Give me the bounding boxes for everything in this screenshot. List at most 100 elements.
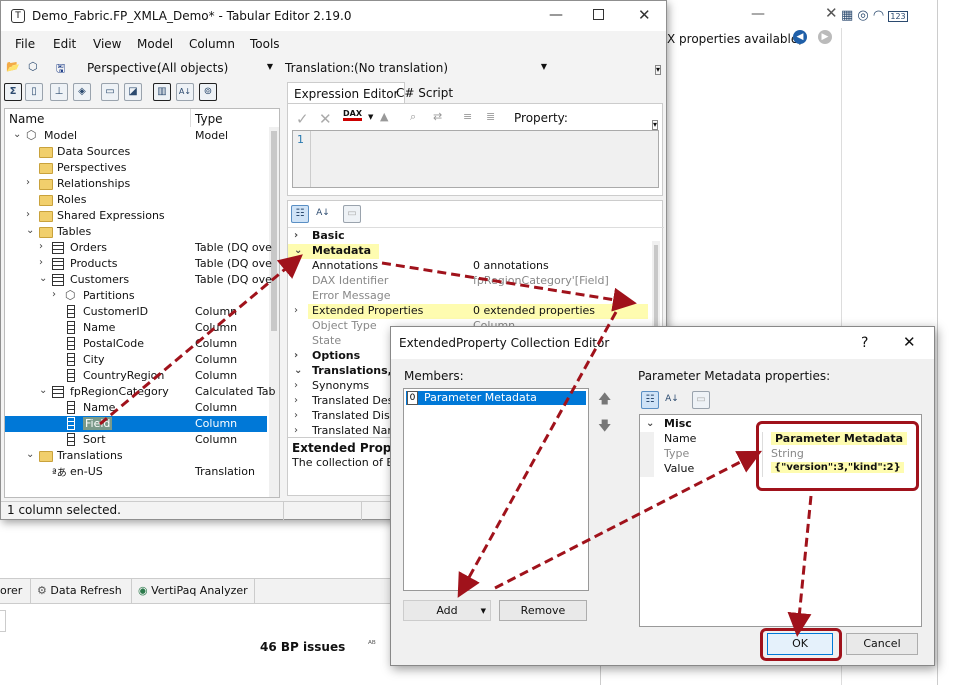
format-icon[interactable]: ▲: [380, 110, 388, 123]
sigma-icon[interactable]: Σ: [4, 83, 22, 101]
chevron-down-icon[interactable]: ⌄: [39, 273, 47, 284]
tree-header-name[interactable]: Name: [9, 112, 44, 126]
bp-issues-status[interactable]: 46 BP issues: [260, 640, 345, 654]
prop-extended-properties[interactable]: › Extended Properties 0 extended propert…: [294, 304, 648, 319]
prop-dax-identifier[interactable]: DAX Identifier fpRegionCategory'[Field]: [288, 274, 648, 289]
filter-icon[interactable]: ⊚: [199, 83, 217, 101]
tab-data-refresh[interactable]: ⚙ Data Refresh: [30, 579, 128, 604]
hierarchy-icon[interactable]: ⊥: [50, 83, 68, 101]
object-icon[interactable]: ◈: [73, 83, 91, 101]
tree-item[interactable]: ªあ en-US Translation: [5, 464, 267, 480]
code-area[interactable]: 1: [292, 130, 659, 188]
tree-item[interactable]: › Relationships: [5, 176, 267, 192]
tree-item[interactable]: Name Column: [5, 320, 267, 336]
replace-icon[interactable]: ⇄: [433, 110, 442, 123]
menu-column[interactable]: Column: [189, 37, 235, 51]
tree-item[interactable]: ⌄ Customers Table (DQ ove: [5, 272, 272, 288]
chevron-right-icon[interactable]: ›: [26, 209, 30, 220]
tree-item[interactable]: › ⬡ Partitions: [5, 288, 267, 304]
tab-explorer[interactable]: orer: [0, 584, 22, 597]
chevron-down-icon[interactable]: ⌄: [26, 449, 34, 460]
tab-expression-editor[interactable]: Expression Editor: [287, 82, 406, 104]
chevron-down-icon[interactable]: ⌄: [26, 225, 34, 236]
menu-edit[interactable]: Edit: [53, 37, 76, 51]
chevron-down-icon[interactable]: ▼: [368, 113, 373, 121]
tab-vertipaq-analyzer[interactable]: ◉ VertiPaq Analyzer: [131, 579, 255, 604]
tree-item[interactable]: Perspectives: [5, 160, 267, 176]
accept-icon[interactable]: ✓: [296, 110, 309, 128]
folder-view-icon[interactable]: ▭: [101, 83, 119, 101]
close-button[interactable]: ✕: [638, 6, 651, 24]
perspective-select[interactable]: (All objects) ▼: [153, 59, 275, 77]
tree-item[interactable]: › Shared Expressions: [5, 208, 267, 224]
categorized-icon[interactable]: ☷: [641, 391, 659, 409]
column-view-icon[interactable]: ▯: [25, 83, 43, 101]
comment-icon[interactable]: ≡: [463, 110, 472, 123]
tree-item[interactable]: CountryRegion Column: [5, 368, 267, 384]
tree-item[interactable]: Data Sources: [5, 144, 267, 160]
uncomment-icon[interactable]: ≣: [486, 110, 495, 123]
menu-model[interactable]: Model: [137, 37, 173, 51]
find-icon[interactable]: ⌕: [410, 110, 416, 124]
chevron-right-icon[interactable]: ›: [39, 257, 43, 268]
open-icon[interactable]: 📂: [6, 60, 20, 73]
dialog-close-button[interactable]: ✕: [903, 333, 916, 351]
translation-select[interactable]: (No translation) ▼: [351, 59, 551, 77]
prop-annotations[interactable]: Annotations 0 annotations: [288, 259, 648, 274]
forward-arrow-icon[interactable]: ▶: [818, 30, 832, 44]
cancel-icon[interactable]: ✕: [319, 110, 332, 128]
chevron-down-icon[interactable]: ⌄: [13, 129, 21, 140]
tree-item[interactable]: Sort Column: [5, 432, 267, 448]
tree-item[interactable]: › Products Table (DQ ove: [5, 256, 272, 272]
overflow-icon[interactable]: ▾: [655, 65, 662, 75]
property-pages-icon[interactable]: ▭: [692, 391, 710, 409]
tree-item[interactable]: Field Column: [5, 416, 267, 432]
background-minimize-button[interactable]: —: [751, 6, 765, 22]
tree-item[interactable]: CustomerID Column: [5, 304, 267, 320]
chevron-down-icon[interactable]: ⌄: [39, 385, 47, 396]
members-list[interactable]: 0 Parameter Metadata: [403, 388, 589, 591]
chevron-right-icon[interactable]: ›: [39, 241, 43, 252]
tree-item[interactable]: ⌄ fpRegionCategory Calculated Tab: [5, 384, 275, 400]
columns-icon[interactable]: ▥: [153, 83, 171, 101]
back-arrow-icon[interactable]: ◀: [793, 30, 807, 44]
tree-header-type[interactable]: Type: [195, 112, 223, 126]
hidden-icon[interactable]: ◪: [124, 83, 142, 101]
property-pages-icon[interactable]: ▭: [343, 205, 361, 223]
tree-scrollbar[interactable]: [269, 127, 279, 497]
tree-item[interactable]: PostalCode Column: [5, 336, 267, 352]
category-basic[interactable]: › Basic: [288, 229, 648, 244]
tree-item[interactable]: ⌄ Translations: [5, 448, 267, 464]
minimize-button[interactable]: —: [549, 7, 563, 23]
remove-button[interactable]: Remove: [499, 600, 587, 621]
chevron-right-icon[interactable]: ›: [52, 289, 56, 300]
property-select-chevron[interactable]: ▾: [652, 120, 659, 130]
tab-csharp-script[interactable]: C# Script: [390, 82, 459, 104]
tree-item[interactable]: ⌄ Tables: [5, 224, 267, 240]
tree-item[interactable]: ⌄ ⬡ Model Model: [5, 128, 267, 144]
sort-alpha-icon[interactable]: A↓: [663, 391, 681, 409]
cancel-button[interactable]: Cancel: [846, 633, 918, 655]
tree-item[interactable]: City Column: [5, 352, 267, 368]
menu-tools[interactable]: Tools: [250, 37, 280, 51]
sort-alpha-icon[interactable]: A↓: [314, 205, 332, 223]
move-down-icon[interactable]: 🡇: [598, 417, 611, 439]
member-item[interactable]: 0 Parameter Metadata: [406, 391, 586, 405]
dax-formatter-icon[interactable]: DAX: [343, 109, 362, 121]
categorized-icon[interactable]: ☷: [291, 205, 309, 223]
menu-file[interactable]: File: [15, 37, 35, 51]
help-button[interactable]: ?: [861, 335, 868, 351]
maximize-button[interactable]: [593, 9, 604, 20]
move-up-icon[interactable]: 🡅: [598, 390, 611, 412]
deploy-icon[interactable]: ⬡: [28, 60, 38, 73]
tree-item[interactable]: › Orders Table (DQ ove: [5, 240, 272, 256]
sort-az-icon[interactable]: A↓: [176, 83, 194, 101]
prop-error-message[interactable]: Error Message: [288, 289, 648, 304]
category-metadata[interactable]: ⌄ Metadata: [288, 244, 379, 259]
menu-view[interactable]: View: [93, 37, 121, 51]
chevron-right-icon[interactable]: ›: [26, 177, 30, 188]
save-icon[interactable]: 🖫: [56, 60, 65, 79]
tree-item[interactable]: Roles: [5, 192, 267, 208]
tree-item[interactable]: Name Column: [5, 400, 267, 416]
add-button[interactable]: Add ▼: [403, 600, 491, 621]
